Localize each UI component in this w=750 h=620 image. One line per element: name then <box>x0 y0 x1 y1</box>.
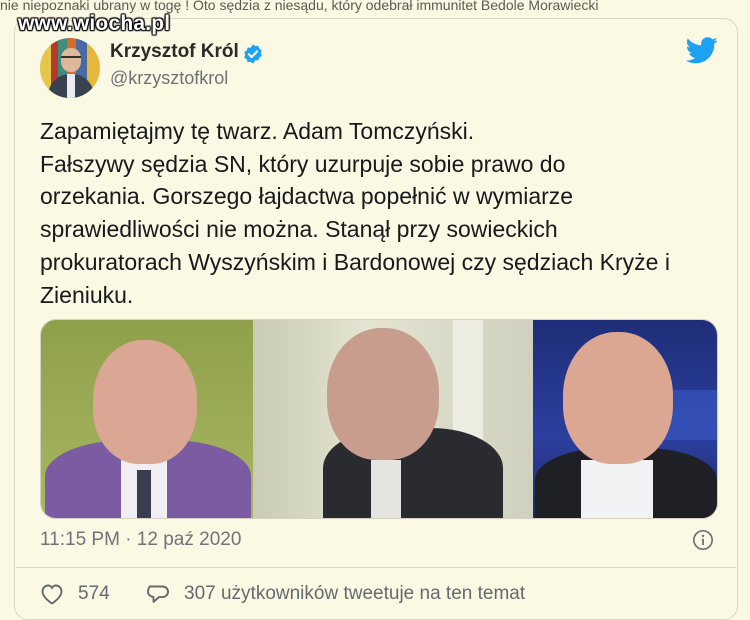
tweet-text: Zapamiętajmy tę twarz. Adam Tomczyński. … <box>40 118 670 308</box>
site-watermark: www.wiocha.pl <box>18 12 171 35</box>
verified-badge-icon <box>244 44 262 64</box>
like-count[interactable]: 574 <box>78 583 110 605</box>
tweet-media-collage[interactable] <box>40 319 718 519</box>
heart-icon[interactable] <box>40 583 64 605</box>
photo-middle[interactable] <box>253 320 533 518</box>
author-handle[interactable]: @krzysztofkrol <box>110 68 228 89</box>
reply-bubble-icon[interactable] <box>146 583 170 605</box>
photo-left[interactable] <box>41 320 253 518</box>
photo-right[interactable] <box>533 320 717 518</box>
author-name[interactable]: Krzysztof Król <box>110 41 239 63</box>
talking-about-count[interactable]: 307 użytkowników tweetuje na ten temat <box>184 583 525 605</box>
avatar[interactable] <box>40 38 100 98</box>
tweet-timestamp[interactable]: 11:15 PM · 12 paź 2020 <box>40 529 241 551</box>
info-icon[interactable] <box>692 529 714 551</box>
twitter-bird-icon[interactable] <box>686 37 718 64</box>
divider <box>16 567 736 568</box>
